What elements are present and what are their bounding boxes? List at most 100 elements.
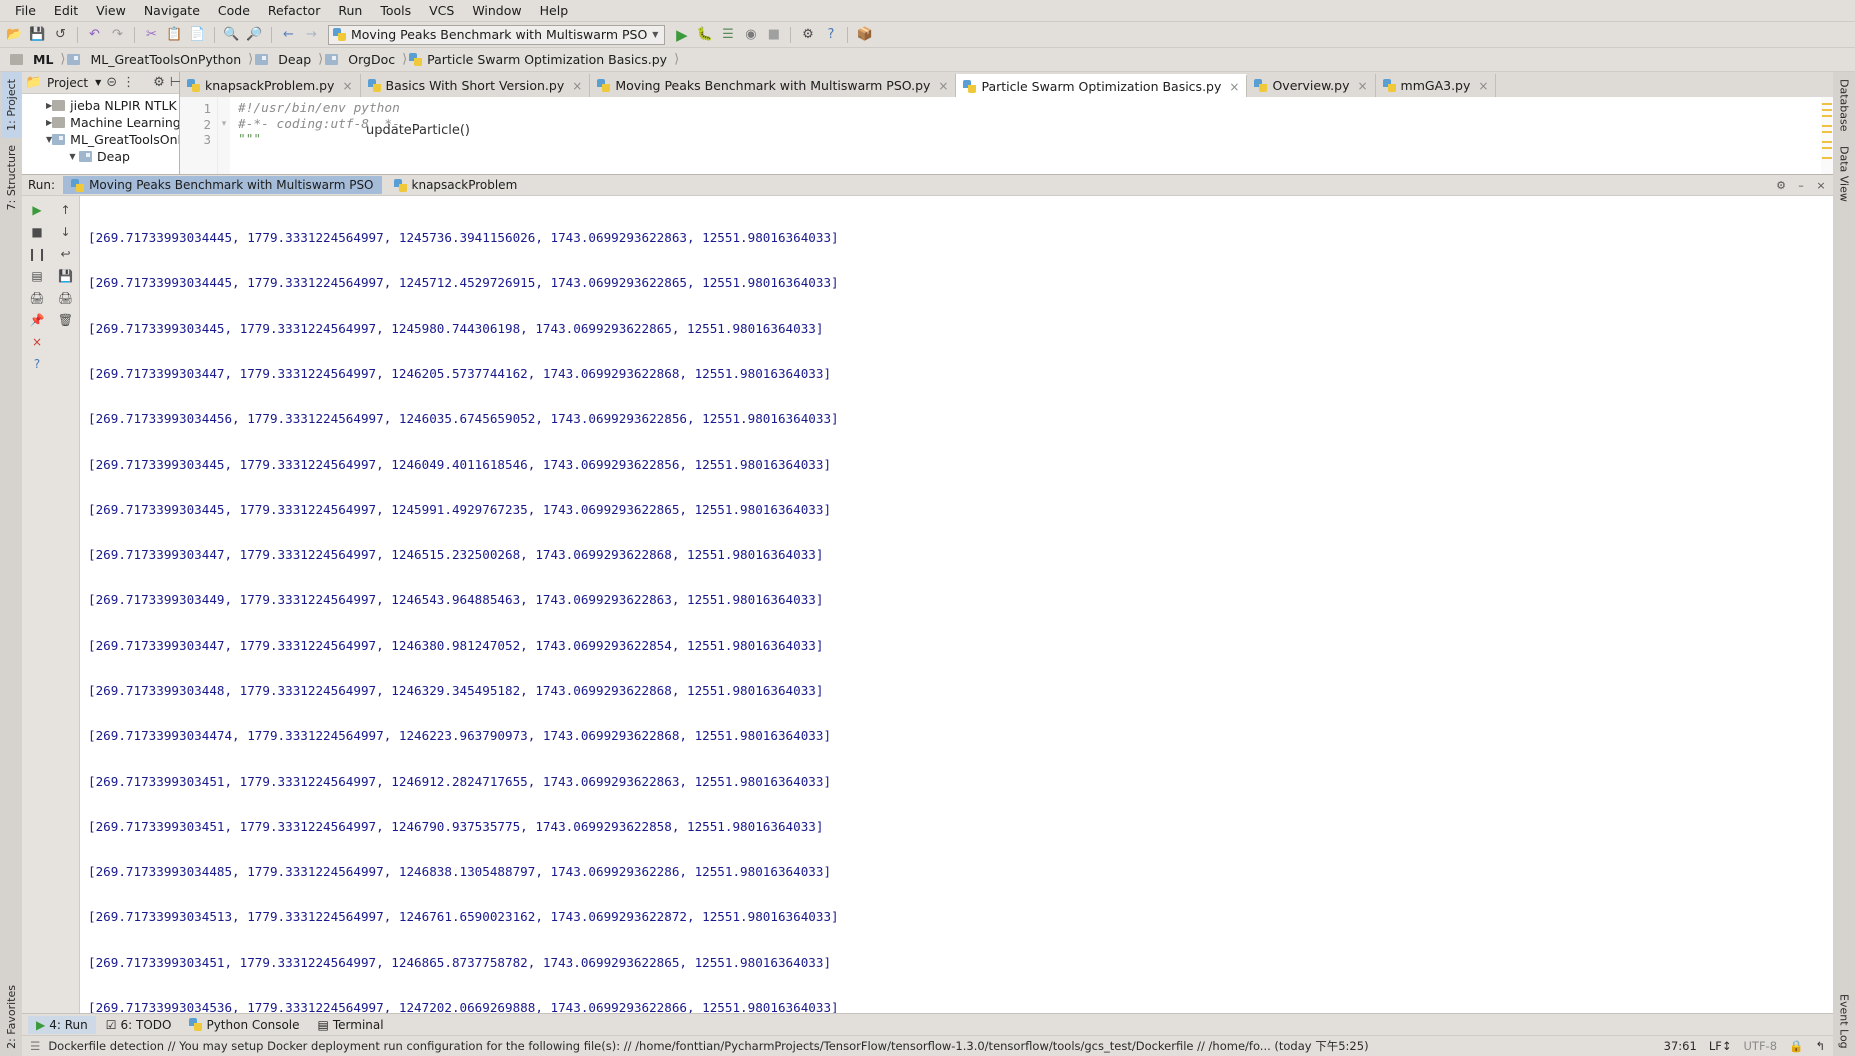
run-configuration-selector[interactable]: Moving Peaks Benchmark with Multiswarm P…: [328, 24, 666, 45]
editor-tab-basics-with-short-version[interactable]: Basics With Short Version.py ×: [360, 74, 591, 97]
stop-button[interactable]: ■: [763, 25, 784, 45]
menu-item-code[interactable]: Code: [209, 1, 259, 20]
undo-icon[interactable]: ↶: [84, 25, 105, 45]
chevron-down-icon[interactable]: ▼: [95, 78, 101, 87]
breadcrumb-item-file[interactable]: Particle Swarm Optimization Basics.py: [407, 52, 674, 67]
forward-icon[interactable]: →: [301, 25, 322, 45]
branch-icon[interactable]: ↰: [1815, 1039, 1825, 1053]
settings-icon[interactable]: ⚙: [797, 25, 818, 45]
file-encoding[interactable]: UTF-8: [1744, 1039, 1778, 1053]
paste-icon[interactable]: 📄: [187, 25, 208, 45]
stop-icon[interactable]: ■: [26, 222, 48, 241]
copy-icon[interactable]: 📋: [164, 25, 185, 45]
print-icon[interactable]: 🖨: [26, 288, 48, 307]
menu-item-window[interactable]: Window: [463, 1, 530, 20]
pause-icon[interactable]: ❙❙: [26, 244, 48, 263]
editor-tab-overview[interactable]: Overview.py ×: [1247, 74, 1376, 97]
close-icon[interactable]: ×: [26, 332, 48, 351]
sidebar-item-database[interactable]: Database: [1835, 72, 1854, 139]
sidebar-item-favorites[interactable]: 2: Favorites: [2, 978, 21, 1056]
print-icon[interactable]: 🖨: [55, 288, 77, 307]
open-folder-icon[interactable]: 📂: [4, 25, 25, 45]
menu-item-help[interactable]: Help: [531, 1, 578, 20]
breadcrumb-item-mlgreattoolsonpython[interactable]: ML_GreatToolsOnPython: [65, 52, 248, 67]
line-separator[interactable]: LF↕: [1709, 1039, 1732, 1053]
close-icon[interactable]: ×: [1229, 80, 1239, 94]
close-icon[interactable]: ×: [1478, 79, 1488, 93]
project-pane-title[interactable]: Project: [47, 76, 88, 90]
menu-item-navigate[interactable]: Navigate: [135, 1, 209, 20]
find-replace-icon[interactable]: 🔎: [244, 25, 265, 45]
editor-tab-moving-peaks-benchmark[interactable]: Moving Peaks Benchmark with Multiswarm P…: [590, 74, 957, 97]
project-tree[interactable]: ▶ jieba NLPIR NTLK tes ▶ Machine Learnin…: [22, 94, 179, 174]
close-icon[interactable]: ×: [938, 79, 948, 93]
bottom-tab-run[interactable]: ▶ 4: Run: [28, 1015, 96, 1034]
cut-icon[interactable]: ✂: [141, 25, 162, 45]
menu-item-run[interactable]: Run: [329, 1, 371, 20]
breadcrumb-item-deap[interactable]: Deap: [253, 52, 318, 67]
code-fold-column[interactable]: ▾: [218, 97, 230, 174]
tree-item-jieba[interactable]: ▶ jieba NLPIR NTLK tes: [22, 97, 179, 114]
editor-tab-knapsackproblem[interactable]: knapsackProblem.py ×: [180, 74, 361, 97]
collapse-icon[interactable]: ⊝: [106, 73, 117, 93]
scroll-up-icon[interactable]: ↑: [55, 200, 77, 219]
tree-item-mlgreattoolsonpython[interactable]: ▼ ML_GreatToolsOnPy: [22, 131, 179, 148]
help-icon[interactable]: ?: [26, 354, 48, 373]
menu-item-tools[interactable]: Tools: [371, 1, 420, 20]
status-message[interactable]: Dockerfile detection // You may setup Do…: [48, 1038, 1368, 1054]
redo-icon[interactable]: ↷: [107, 25, 128, 45]
close-icon[interactable]: ×: [1813, 179, 1829, 192]
run-button[interactable]: ▶: [671, 25, 692, 45]
bottom-tab-terminal[interactable]: ▤ Terminal: [310, 1016, 392, 1034]
debug-button[interactable]: 🐛: [694, 25, 715, 45]
sidebar-item-structure[interactable]: 7: Structure: [2, 138, 21, 217]
menu-item-edit[interactable]: Edit: [45, 1, 87, 20]
menu-item-file[interactable]: File: [6, 1, 45, 20]
gear-icon[interactable]: ⚙: [1773, 179, 1789, 192]
deploy-icon[interactable]: 📦: [854, 25, 875, 45]
menu-item-refactor[interactable]: Refactor: [259, 1, 329, 20]
editor-scroll-markers[interactable]: [1821, 97, 1833, 174]
close-icon[interactable]: ×: [1357, 79, 1367, 93]
status-bar-toggle-icon[interactable]: ☰: [30, 1039, 40, 1053]
clear-all-icon[interactable]: 🗑: [55, 310, 77, 329]
sync-icon[interactable]: ↺: [50, 25, 71, 45]
tree-item-deap[interactable]: ▼ Deap: [22, 148, 179, 165]
lock-icon[interactable]: 🔒: [1789, 1039, 1803, 1053]
editor-tab-particle-swarm-optimization-basics[interactable]: Particle Swarm Optimization Basics.py ×: [956, 74, 1248, 97]
soft-wrap-icon[interactable]: ↩: [55, 244, 77, 263]
chevron-down-icon[interactable]: ▼: [66, 152, 79, 161]
tree-item-machine-learning[interactable]: ▶ Machine Learning in: [22, 114, 179, 131]
find-icon[interactable]: 🔍: [221, 25, 242, 45]
pin-icon[interactable]: 📌: [26, 310, 48, 329]
breadcrumb-item-orgdoc[interactable]: OrgDoc: [323, 52, 402, 67]
save-icon[interactable]: 💾: [27, 25, 48, 45]
sidebar-item-event-log[interactable]: Event Log: [1835, 987, 1854, 1056]
export-icon[interactable]: 💾: [55, 266, 77, 285]
close-icon[interactable]: ×: [572, 79, 582, 93]
minimize-icon[interactable]: –: [1793, 179, 1809, 192]
code-editor[interactable]: 123 ▾ #!/usr/bin/env python #-*- coding:u…: [180, 97, 1833, 174]
code-content[interactable]: #!/usr/bin/env python #-*- coding:utf-8 _…: [230, 97, 1833, 174]
editor-tab-mmga3[interactable]: mmGA3.py ×: [1375, 74, 1497, 97]
breadcrumb-item-ml[interactable]: ML: [8, 52, 60, 67]
help-icon[interactable]: ?: [820, 25, 841, 45]
scroll-down-icon[interactable]: ↓: [55, 222, 77, 241]
scroll-from-source-icon[interactable]: ⋮: [122, 73, 135, 93]
rerun-icon[interactable]: ▶: [26, 200, 48, 219]
sidebar-item-data-view[interactable]: Data View: [1835, 139, 1854, 209]
console-output[interactable]: [269.71733993034445, 1779.3331224564997,…: [80, 196, 1833, 1013]
gear-icon[interactable]: ⚙: [153, 73, 165, 93]
sidebar-item-project[interactable]: 1: Project: [1, 72, 21, 138]
back-icon[interactable]: ←: [278, 25, 299, 45]
run-tab-moving-peaks[interactable]: Moving Peaks Benchmark with Multiswarm P…: [63, 176, 382, 194]
menu-item-vcs[interactable]: VCS: [420, 1, 463, 20]
run-tab-knapsackproblem[interactable]: knapsackProblem: [386, 176, 526, 194]
coverage-button[interactable]: ☰: [717, 25, 738, 45]
bottom-tab-python-console[interactable]: Python Console: [181, 1016, 307, 1034]
menu-item-view[interactable]: View: [87, 1, 135, 20]
close-icon[interactable]: ×: [342, 79, 352, 93]
profile-button[interactable]: ◉: [740, 25, 761, 45]
console-icon[interactable]: ▤: [26, 266, 48, 285]
caret-position[interactable]: 37:61: [1664, 1039, 1697, 1053]
